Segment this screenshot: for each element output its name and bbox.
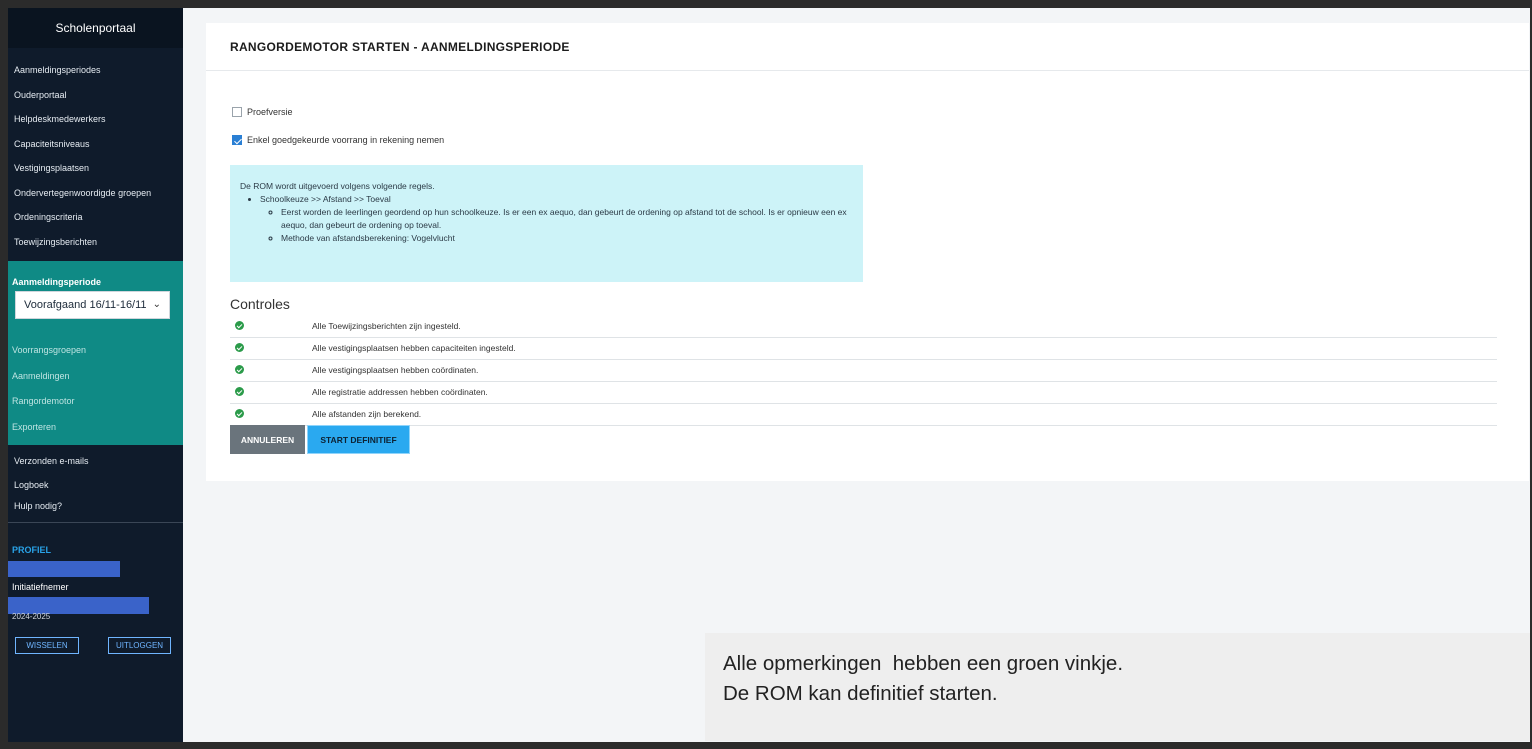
check-circle-icon [235,343,244,352]
sidebar-item-ordeningscriteria[interactable]: Ordeningscriteria [8,205,183,230]
sidebar-item-ondervertegenwoordigde-groepen[interactable]: Ondervertegenwoordigde groepen [8,181,183,206]
period-select-value: Voorafgaand 16/11-16/11 [24,299,147,311]
switch-button[interactable]: WISSELEN [15,637,79,654]
check-circle-icon [235,365,244,374]
controles-title: Controles [230,296,290,312]
sidebar-item-aanmeldingen[interactable]: Aanmeldingen [8,364,183,390]
cancel-button[interactable]: ANNULEREN [230,425,305,454]
sidebar-item-voorrangsgroepen[interactable]: Voorrangsgroepen [8,338,183,364]
rules-sub2: Methode van afstandsberekening: Vogelvlu… [281,232,863,245]
period-nav: Voorrangsgroepen Aanmeldingen Rangordemo… [8,338,183,440]
controle-label: Alle registratie addressen hebben coördi… [312,387,488,397]
sidebar-item-logboek[interactable]: Logboek [8,475,183,495]
profile-role: Initiatiefnemer [12,582,69,592]
rules-intro: De ROM wordt uitgevoerd volgens volgende… [240,181,435,191]
chevron-down-icon: ⌄ [152,299,161,310]
taskbar-strip [0,742,1532,749]
controle-label: Alle afstanden zijn berekend. [312,409,422,419]
sidebar-item-aanmeldingsperiodes[interactable]: Aanmeldingsperiodes [8,58,183,83]
controle-row: Alle Toewijzingsberichten zijn ingesteld… [230,317,1497,338]
checkbox-proefversie-box[interactable] [232,107,242,117]
checkbox-goedgekeurde-voorrang-label: Enkel goedgekeurde voorrang in rekening … [247,135,445,145]
check-circle-icon [235,387,244,396]
checkbox-goedgekeurde-voorrang-box[interactable] [232,135,242,145]
sidebar-divider [8,522,183,523]
brand-title[interactable]: Scholenportaal [8,8,183,48]
controle-label: Alle vestigingsplaatsen hebben capacitei… [312,343,516,353]
redacted-user-name [8,561,120,577]
sidebar-nav: Aanmeldingsperiodes Ouderportaal Helpdes… [8,48,183,254]
lower-nav: Verzonden e-mails Logboek Hulp nodig? [8,445,183,517]
sidebar-item-toewijzingsberichten[interactable]: Toewijzingsberichten [8,230,183,255]
rules-info-box: De ROM wordt uitgevoerd volgens volgende… [230,165,863,282]
sidebar-item-exporteren[interactable]: Exporteren [8,415,183,441]
profile-title: PROFIEL [12,545,52,555]
page-title: RANGORDEMOTOR STARTEN - AANMELDINGSPERIO… [230,40,570,54]
controle-label: Alle vestigingsplaatsen hebben coördinat… [312,365,479,375]
start-definitief-button[interactable]: START DEFINITIEF [307,425,410,454]
profile-year: 2024-2025 [12,612,51,621]
controle-row: Alle afstanden zijn berekend. [230,405,1497,426]
checkbox-proefversie-label: Proefversie [247,107,293,117]
sidebar-item-helpdeskmedewerkers[interactable]: Helpdeskmedewerkers [8,107,183,132]
checkbox-goedgekeurde-voorrang[interactable]: Enkel goedgekeurde voorrang in rekening … [232,135,444,145]
controle-label: Alle Toewijzingsberichten zijn ingesteld… [312,321,461,331]
sidebar-item-vestigingsplaatsen[interactable]: Vestigingsplaatsen [8,156,183,181]
sidebar-item-hulp[interactable]: Hulp nodig? [8,495,183,517]
logout-button[interactable]: UITLOGGEN [108,637,171,654]
controle-row: Alle vestigingsplaatsen hebben coördinat… [230,361,1497,382]
annotation-callout: Alle opmerkingen hebben een groen vinkje… [705,633,1530,741]
sidebar-item-rangordemotor[interactable]: Rangordemotor [8,389,183,415]
header-divider [206,70,1529,71]
sidebar-item-verzonden-emails[interactable]: Verzonden e-mails [8,447,183,475]
main-card: RANGORDEMOTOR STARTEN - AANMELDINGSPERIO… [206,23,1529,481]
callout-line1: Alle opmerkingen hebben een groen vinkje… [723,652,1124,675]
callout-line2: De ROM kan definitief starten. [723,682,998,705]
rules-main: Schoolkeuze >> Afstand >> Toeval Eerst w… [260,193,863,245]
rules-sub1: Eerst worden de leerlingen geordend op h… [281,206,863,232]
sidebar-item-capaciteitsniveaus[interactable]: Capaciteitsniveaus [8,132,183,157]
check-circle-icon [235,409,244,418]
period-section: Aanmeldingsperiode Voorafgaand 16/11-16/… [8,261,183,445]
check-circle-icon [235,321,244,330]
app-window: Scholenportaal Aanmeldingsperiodes Ouder… [8,8,1530,742]
sidebar-item-ouderportaal[interactable]: Ouderportaal [8,83,183,108]
period-select[interactable]: Voorafgaand 16/11-16/11 ⌄ [15,291,170,319]
controle-row: Alle vestigingsplaatsen hebben capacitei… [230,339,1497,360]
controle-row: Alle registratie addressen hebben coördi… [230,383,1497,404]
period-section-title: Aanmeldingsperiode [12,277,102,287]
checkbox-proefversie[interactable]: Proefversie [232,107,293,117]
sidebar: Scholenportaal Aanmeldingsperiodes Ouder… [8,8,183,742]
